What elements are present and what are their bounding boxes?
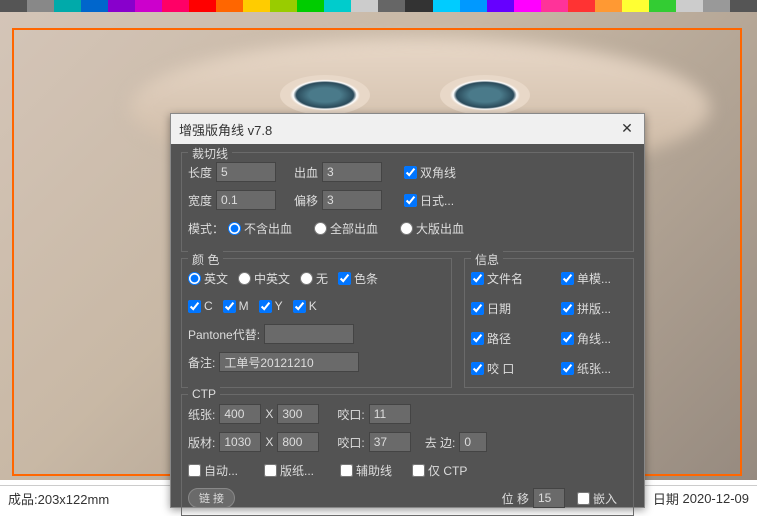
auto-checkbox[interactable]: 自动...: [188, 462, 238, 479]
bite2-input[interactable]: [369, 432, 411, 452]
only-ctp-checkbox[interactable]: 仅 CTP: [412, 462, 467, 479]
japanese-checkbox[interactable]: 日式...: [404, 192, 454, 209]
offset-label: 偏移: [294, 192, 318, 209]
y-checkbox[interactable]: Y: [259, 299, 283, 313]
shift-label: 位 移: [502, 490, 529, 507]
crop-marks-dialog: 增强版角线 v7.8 ✕ 裁切线 长度 出血 双角线 宽度 偏移: [170, 113, 645, 508]
margin-input[interactable]: [459, 432, 487, 452]
note-label: 备注:: [188, 354, 215, 371]
mode-no-bleed-radio[interactable]: 不含出血: [228, 220, 292, 237]
bite1-input[interactable]: [369, 404, 411, 424]
group-cropmarks-label: 裁切线: [188, 145, 232, 162]
imposition-checkbox[interactable]: 拼版...: [561, 300, 611, 317]
mode-all-bleed-radio[interactable]: 全部出血: [314, 220, 378, 237]
group-cropmarks: 裁切线 长度 出血 双角线 宽度 偏移 日式... 模式：: [181, 152, 634, 252]
paper-checkbox[interactable]: 纸张...: [561, 360, 611, 377]
date-checkbox[interactable]: 日期: [471, 300, 551, 317]
platepaper-checkbox[interactable]: 版纸...: [264, 462, 314, 479]
bleed-label: 出血: [294, 164, 318, 181]
ctp-paper-label: 纸张:: [188, 406, 215, 423]
plate-h-input[interactable]: [277, 432, 319, 452]
bite-checkbox[interactable]: 咬 口: [471, 360, 551, 377]
paper-w-input[interactable]: [219, 404, 261, 424]
group-ctp-label: CTP: [188, 387, 220, 401]
mode-label: 模式：: [188, 220, 224, 237]
plate-w-input[interactable]: [219, 432, 261, 452]
color-registration-bar: [0, 0, 757, 12]
status-date: 2020-12-09: [683, 491, 750, 506]
colorbar-checkbox[interactable]: 色条: [338, 270, 378, 287]
link-button[interactable]: 链 接: [188, 488, 235, 508]
pantone-label: Pantone代替:: [188, 326, 260, 343]
lang-cnen-radio[interactable]: 中英文: [238, 270, 290, 287]
margin-label: 去 边:: [425, 434, 456, 451]
bite1-label: 咬口:: [337, 406, 364, 423]
x-separator: X: [265, 407, 273, 421]
aux-checkbox[interactable]: 辅助线: [340, 462, 392, 479]
single-checkbox[interactable]: 单模...: [561, 270, 611, 287]
group-color: 颜 色 英文 中英文 无 色条 C M Y K Pantone代替:: [181, 258, 452, 388]
length-label: 长度: [188, 164, 212, 181]
status-size: 成品:203x122mm: [8, 489, 109, 508]
m-checkbox[interactable]: M: [223, 299, 249, 313]
dialog-title: 增强版角线 v7.8: [179, 120, 272, 139]
length-input[interactable]: [216, 162, 276, 182]
pantone-input[interactable]: [264, 324, 354, 344]
lang-none-radio[interactable]: 无: [300, 270, 328, 287]
bite2-label: 咬口:: [337, 434, 364, 451]
paper-h-input[interactable]: [277, 404, 319, 424]
close-icon[interactable]: ✕: [618, 120, 636, 138]
path-checkbox[interactable]: 路径: [471, 330, 551, 347]
ctp-plate-label: 版材:: [188, 434, 215, 451]
double-corner-checkbox[interactable]: 双角线: [404, 164, 456, 181]
shift-input[interactable]: [533, 488, 565, 508]
group-info-label: 信息: [471, 251, 503, 268]
c-checkbox[interactable]: C: [188, 299, 213, 313]
status-date-label: 日期: [653, 489, 679, 508]
width-label: 宽度: [188, 192, 212, 209]
group-info: 信息 文件名 单模... 日期 拼版... 路径 角线...: [464, 258, 634, 388]
offset-input[interactable]: [322, 190, 382, 210]
bleed-input[interactable]: [322, 162, 382, 182]
filename-checkbox[interactable]: 文件名: [471, 270, 551, 287]
titlebar[interactable]: 增强版角线 v7.8 ✕: [171, 114, 644, 144]
group-ctp: CTP 纸张: X 咬口: 版材: X 咬口: 去 边:: [181, 394, 634, 516]
width-input[interactable]: [216, 190, 276, 210]
k-checkbox[interactable]: K: [293, 299, 317, 313]
note-input[interactable]: [219, 352, 359, 372]
corner-checkbox[interactable]: 角线...: [561, 330, 611, 347]
lang-en-radio[interactable]: 英文: [188, 270, 228, 287]
embed-checkbox[interactable]: 嵌入: [577, 490, 617, 507]
mode-large-bleed-radio[interactable]: 大版出血: [400, 220, 464, 237]
group-color-label: 颜 色: [188, 251, 223, 268]
